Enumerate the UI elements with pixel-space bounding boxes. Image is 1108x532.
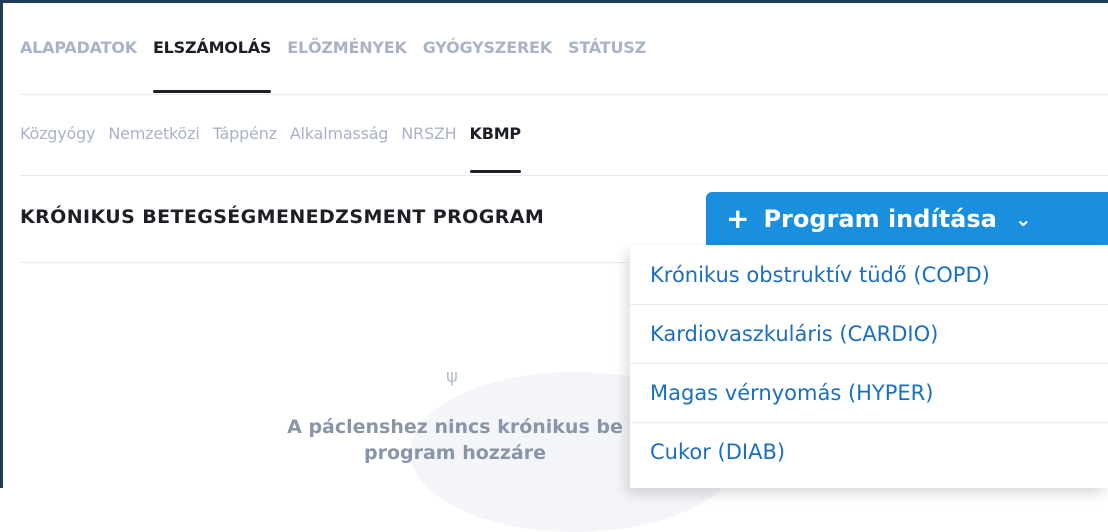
subtab-alkalmassag[interactable]: Alkalmasság bbox=[290, 124, 389, 148]
dropdown-item-diab[interactable]: Cukor (DIAB) bbox=[630, 423, 1108, 481]
subtab-nemzetkozi[interactable]: Nemzetközi bbox=[108, 124, 199, 148]
tab-statusz[interactable]: STÁTUSZ bbox=[568, 38, 646, 62]
dropdown-item-hyper[interactable]: Magas vérnyomás (HYPER) bbox=[630, 364, 1108, 423]
main-tab-divider bbox=[20, 94, 1108, 95]
tab-alapadatok[interactable]: ALAPADATOK bbox=[20, 38, 137, 62]
chevron-down-icon: ⌄ bbox=[1014, 206, 1032, 231]
section-divider bbox=[20, 262, 628, 263]
subtab-kbmp[interactable]: KBMP bbox=[469, 124, 522, 173]
program-dropdown-menu: Krónikus obstruktív tüdő (COPD) Kardiova… bbox=[630, 246, 1108, 488]
start-program-button[interactable]: + Program indítása ⌄ bbox=[706, 192, 1108, 245]
tab-elozmenyek[interactable]: ELŐZMÉNYEK bbox=[287, 38, 407, 62]
cactus-icon: ψ bbox=[446, 366, 458, 387]
start-program-label: Program indítása bbox=[763, 204, 997, 233]
tab-elszamolas[interactable]: ELSZÁMOLÁS bbox=[152, 38, 272, 93]
dropdown-item-cardio[interactable]: Kardiovaszkuláris (CARDIO) bbox=[630, 305, 1108, 364]
sub-tab-bar: Közgyógy Nemzetközi Táppénz Alkalmasság … bbox=[20, 124, 534, 173]
plus-icon: + bbox=[726, 202, 750, 235]
dropdown-item-copd[interactable]: Krónikus obstruktív tüdő (COPD) bbox=[630, 246, 1108, 305]
sub-tab-divider bbox=[20, 175, 1108, 176]
subtab-kozgyogy[interactable]: Közgyógy bbox=[20, 124, 96, 148]
subtab-nrszh[interactable]: NRSZH bbox=[401, 124, 456, 148]
tab-gyogyszerek[interactable]: GYÓGYSZEREK bbox=[423, 38, 552, 62]
subtab-tappenz[interactable]: Táppénz bbox=[213, 124, 277, 148]
section-title: KRÓNIKUS BETEGSÉGMENEDZSMENT PROGRAM bbox=[20, 206, 545, 228]
main-tab-bar: ALAPADATOK ELSZÁMOLÁS ELŐZMÉNYEK GYÓGYSZ… bbox=[20, 38, 662, 93]
